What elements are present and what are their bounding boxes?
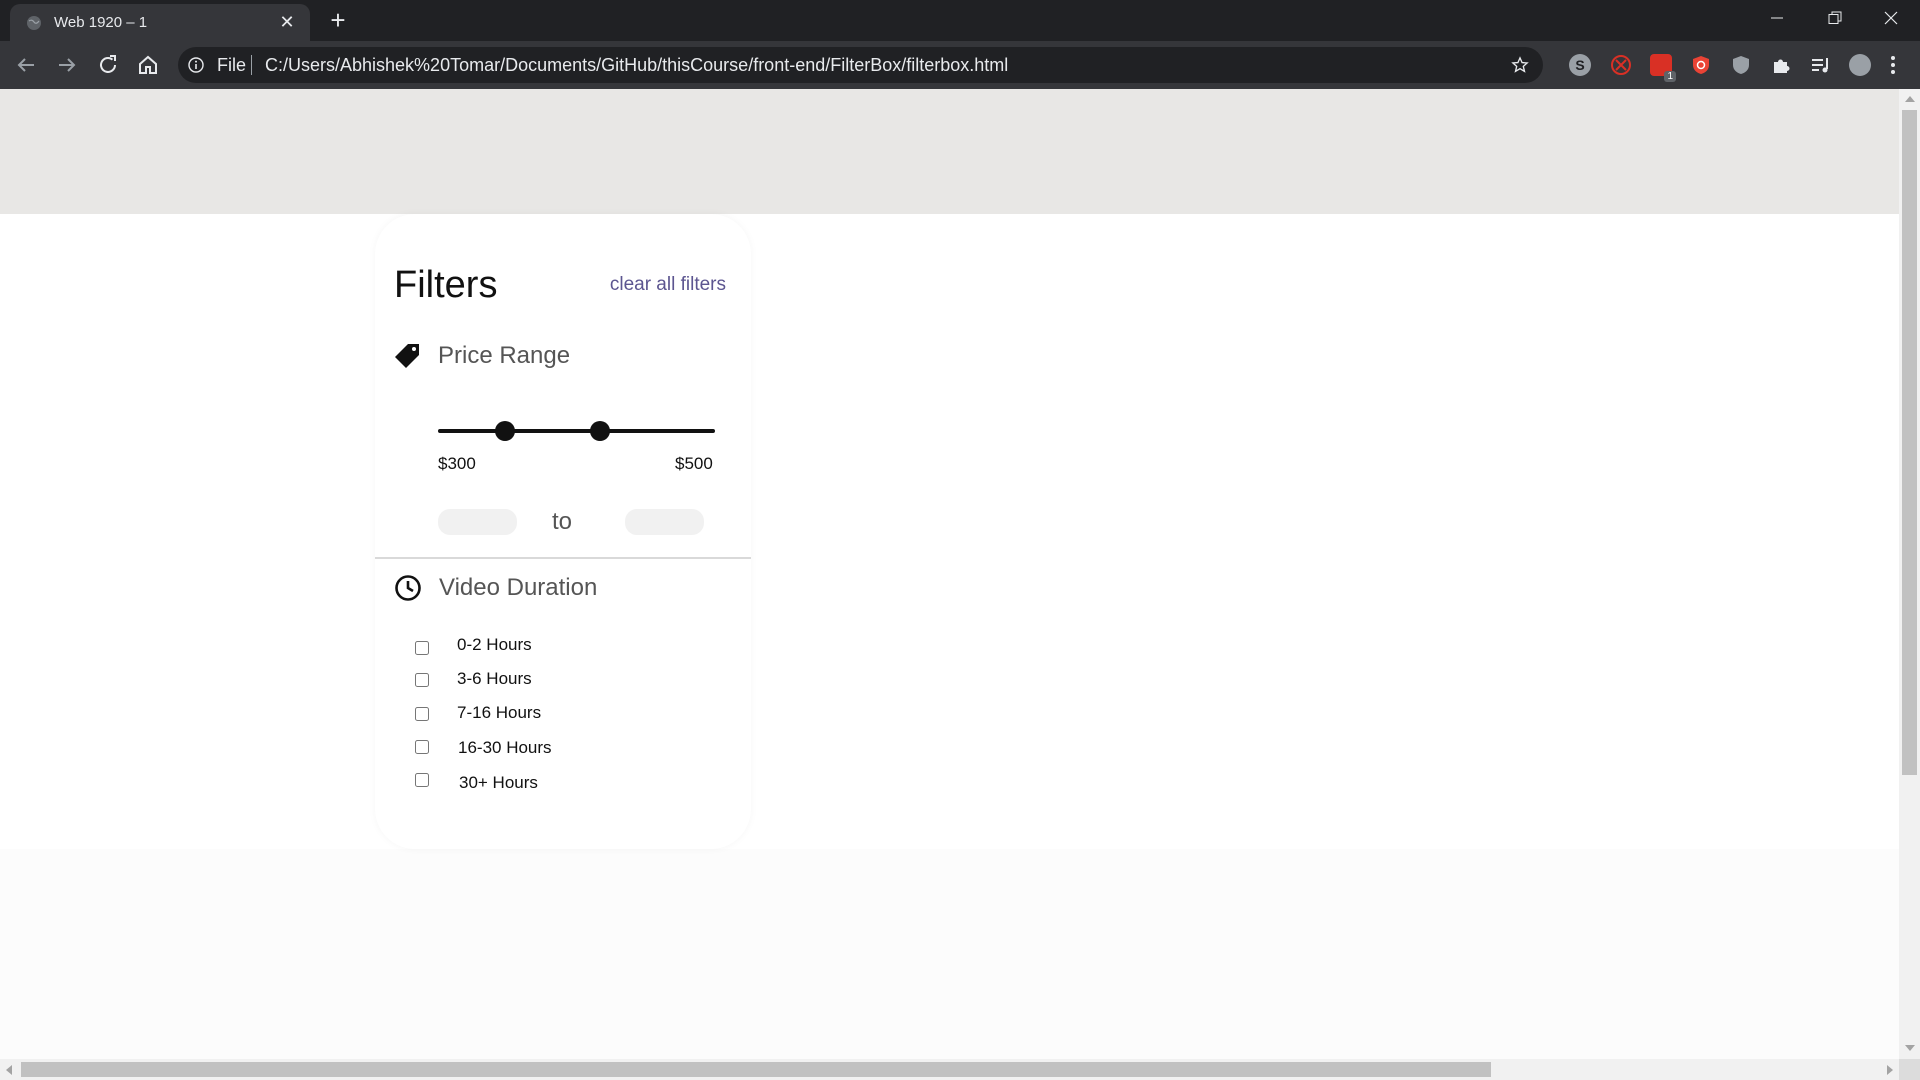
forward-icon[interactable] <box>55 53 79 77</box>
url-separator <box>251 55 252 75</box>
back-icon[interactable] <box>14 53 38 77</box>
restore-button[interactable] <box>1806 0 1864 36</box>
restore-icon <box>1828 11 1842 24</box>
filters-title: Filters <box>394 264 498 306</box>
reload-icon[interactable] <box>96 53 120 77</box>
browser-tab[interactable]: Web 1920 – 1 ✕ <box>10 4 310 41</box>
globe-icon <box>27 16 41 30</box>
price-min-label: $300 <box>438 454 476 473</box>
vertical-scrollbar[interactable] <box>1899 89 1920 1059</box>
media-control-icon[interactable] <box>1810 54 1832 76</box>
close-icon <box>1884 11 1898 25</box>
minimize-button[interactable] <box>1748 0 1806 36</box>
duration-option-label: 30+ Hours <box>459 773 538 792</box>
puzzle-icon[interactable] <box>1770 54 1792 76</box>
url-text[interactable]: C:/Users/Abhishek%20Tomar/Documents/GitH… <box>265 55 1008 76</box>
blocker-extension-icon[interactable] <box>1610 54 1632 76</box>
duration-option-label: 3-6 Hours <box>457 669 532 688</box>
close-window-button[interactable] <box>1862 0 1920 36</box>
horizontal-scroll-thumb[interactable] <box>21 1062 1491 1077</box>
menu-dots-icon[interactable] <box>1888 54 1898 76</box>
address-bar[interactable]: File C:/Users/Abhishek%20Tomar/Documents… <box>178 47 1543 83</box>
price-tag-icon <box>395 344 419 368</box>
price-min-input[interactable] <box>438 509 517 535</box>
home-icon[interactable] <box>136 53 160 77</box>
horizontal-scrollbar[interactable] <box>0 1059 1899 1080</box>
duration-checkbox[interactable] <box>415 740 429 754</box>
scroll-right-arrow-icon[interactable] <box>1887 1065 1893 1075</box>
minimize-icon <box>1771 17 1783 19</box>
info-icon[interactable] <box>188 57 204 73</box>
scroll-down-arrow-icon[interactable] <box>1905 1045 1915 1051</box>
calendar-extension-icon[interactable]: 1 <box>1650 54 1676 82</box>
price-slider-min-handle[interactable] <box>495 421 515 441</box>
page-viewport: Filters clear all filters Price Range $3… <box>0 89 1899 1059</box>
new-tab-button[interactable]: + <box>325 7 351 34</box>
clock-icon <box>395 575 421 601</box>
header-band <box>0 89 1899 214</box>
avatar[interactable] <box>1849 54 1871 76</box>
clear-all-filters-link[interactable]: clear all filters <box>610 274 726 296</box>
duration-checkbox[interactable] <box>415 707 429 721</box>
duration-option-label: 7-16 Hours <box>457 703 542 722</box>
duration-checkbox[interactable] <box>415 641 429 655</box>
shield-extension-icon[interactable] <box>1730 54 1752 76</box>
scrollbar-corner <box>1899 1059 1920 1080</box>
extension-badge: 1 <box>1664 71 1676 82</box>
price-slider-max-handle[interactable] <box>590 421 610 441</box>
skype-extension-icon[interactable]: S <box>1569 54 1591 76</box>
browser-toolbar: File C:/Users/Abhishek%20Tomar/Documents… <box>0 41 1920 89</box>
url-scheme: File <box>217 55 247 75</box>
price-slider-track[interactable] <box>438 429 715 433</box>
close-tab-icon[interactable]: ✕ <box>276 11 298 33</box>
duration-option-label: 0-2 Hours <box>457 635 532 654</box>
duration-checkbox[interactable] <box>415 673 429 687</box>
video-duration-title: Video Duration <box>439 574 598 601</box>
duration-option-label: 16-30 Hours <box>458 738 552 757</box>
filter-box: Filters clear all filters Price Range $3… <box>375 214 751 849</box>
duration-checkbox[interactable] <box>415 773 429 787</box>
price-range-title: Price Range <box>438 342 571 369</box>
tab-strip: Web 1920 – 1 ✕ + <box>0 0 1920 41</box>
price-max-label: $500 <box>675 454 713 473</box>
price-to-label: to <box>552 508 573 535</box>
shield-red-extension-icon[interactable] <box>1690 54 1712 76</box>
footer-band <box>0 849 1899 1059</box>
price-max-input[interactable] <box>625 509 704 535</box>
star-icon[interactable] <box>1511 56 1529 74</box>
vertical-scroll-thumb[interactable] <box>1902 110 1917 775</box>
section-divider <box>375 557 751 559</box>
scroll-left-arrow-icon[interactable] <box>6 1065 12 1075</box>
tab-title: Web 1920 – 1 <box>54 14 148 31</box>
scroll-up-arrow-icon[interactable] <box>1905 96 1915 102</box>
